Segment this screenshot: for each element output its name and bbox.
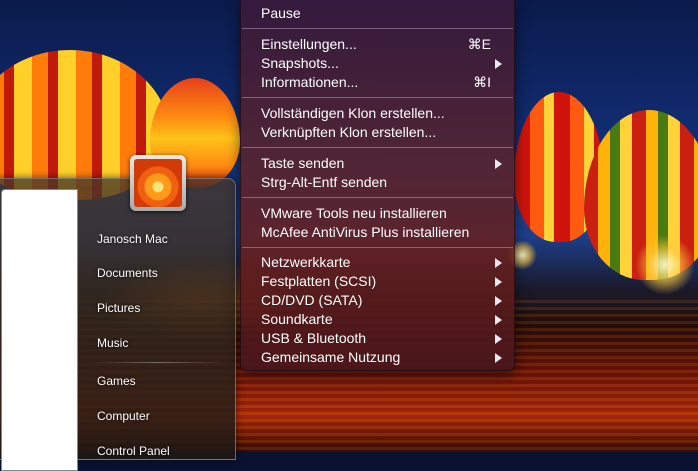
flower-user-picture-icon <box>134 159 182 207</box>
menu-item-label: Gemeinsame Nutzung <box>261 349 401 365</box>
menu-item-label: CD/DVD (SATA) <box>261 292 363 308</box>
start-item-documents[interactable]: Documents <box>97 266 158 280</box>
chevron-right-icon <box>495 258 502 268</box>
menu-separator <box>242 197 513 198</box>
menu-item-label: Einstellungen... <box>261 36 357 52</box>
menu-item-label: USB & Bluetooth <box>261 330 367 346</box>
program-list[interactable] <box>1 189 78 471</box>
menu-item-label: Taste senden <box>261 155 345 171</box>
menu-item-sound-card[interactable]: Soundkarte <box>241 310 514 329</box>
menu-item-snapshots[interactable]: Snapshots... <box>241 54 514 73</box>
chevron-right-icon <box>495 334 502 344</box>
menu-item-linked-clone[interactable]: Verknüpften Klon erstellen... <box>241 123 514 142</box>
shortcut-label: ⌘I <box>473 74 491 90</box>
chevron-right-icon <box>495 159 502 169</box>
vm-context-menu: Pause Einstellungen... ⌘E Snapshots... I… <box>240 0 515 371</box>
burner-glow <box>635 235 695 295</box>
menu-item-information[interactable]: Informationen... ⌘I <box>241 73 514 92</box>
menu-separator <box>242 28 513 29</box>
menu-item-label: Snapshots... <box>261 55 339 71</box>
menu-item-usb-bluetooth[interactable]: USB & Bluetooth <box>241 329 514 348</box>
menu-item-label: Netzwerkkarte <box>261 254 351 270</box>
menu-item-settings[interactable]: Einstellungen... ⌘E <box>241 35 514 54</box>
menu-item-install-mcafee[interactable]: McAfee AntiVirus Plus installieren <box>241 223 514 242</box>
menu-item-send-ctrl-alt-del[interactable]: Strg-Alt-Entf senden <box>241 173 514 192</box>
chevron-right-icon <box>495 277 502 287</box>
menu-item-cd-dvd[interactable]: CD/DVD (SATA) <box>241 291 514 310</box>
menu-item-send-key[interactable]: Taste senden <box>241 154 514 173</box>
start-item-user[interactable]: Janosch Mac <box>97 232 168 246</box>
menu-item-reinstall-vmware-tools[interactable]: VMware Tools neu installieren <box>241 204 514 223</box>
shortcut-label: ⌘E <box>467 36 491 52</box>
menu-item-label: Strg-Alt-Entf senden <box>261 174 388 190</box>
start-menu-divider <box>93 362 223 363</box>
menu-item-label: McAfee AntiVirus Plus installieren <box>261 224 470 240</box>
start-item-computer[interactable]: Computer <box>97 409 150 423</box>
chevron-right-icon <box>495 296 502 306</box>
chevron-right-icon <box>495 315 502 325</box>
menu-separator <box>242 247 513 248</box>
menu-separator <box>242 97 513 98</box>
menu-item-full-clone[interactable]: Vollständigen Klon erstellen... <box>241 104 514 123</box>
menu-separator <box>242 147 513 148</box>
menu-item-hard-disks[interactable]: Festplatten (SCSI) <box>241 272 514 291</box>
chevron-right-icon <box>495 353 502 363</box>
menu-item-label: Pause <box>261 5 301 21</box>
start-item-pictures[interactable]: Pictures <box>97 301 140 315</box>
menu-item-label: Soundkarte <box>261 311 333 327</box>
menu-item-network-adapter[interactable]: Netzwerkkarte <box>241 253 514 272</box>
start-item-music[interactable]: Music <box>97 336 128 350</box>
menu-item-label: VMware Tools neu installieren <box>261 205 447 221</box>
menu-item-pause[interactable]: Pause <box>241 4 514 23</box>
menu-item-label: Verknüpften Klon erstellen... <box>261 124 437 140</box>
user-picture[interactable] <box>130 155 186 211</box>
menu-item-label: Festplatten (SCSI) <box>261 273 377 289</box>
start-item-games[interactable]: Games <box>97 374 136 388</box>
start-item-control-panel[interactable]: Control Panel <box>97 444 170 458</box>
chevron-right-icon <box>495 59 502 69</box>
menu-item-label: Vollständigen Klon erstellen... <box>261 105 445 121</box>
menu-item-sharing[interactable]: Gemeinsame Nutzung <box>241 348 514 367</box>
menu-item-label: Informationen... <box>261 74 359 90</box>
